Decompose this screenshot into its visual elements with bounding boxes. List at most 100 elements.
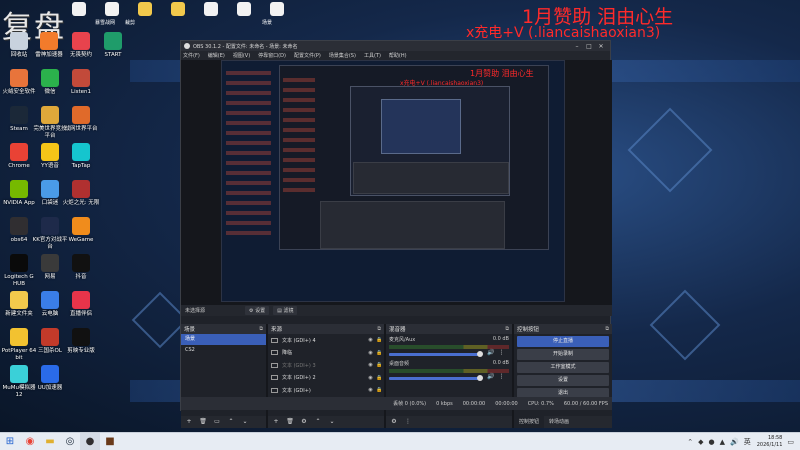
remove-scene-button[interactable]: 🗑 (198, 418, 208, 426)
source-filters-button[interactable]: ▤ 滤镜 (273, 306, 298, 315)
volume-meter (389, 345, 509, 349)
visibility-eye-icon[interactable]: ◉ (366, 350, 375, 356)
tray-chevron-icon[interactable]: ⌃ (687, 438, 693, 446)
source-type-icon (271, 387, 278, 393)
desktop-icon-image (41, 180, 59, 198)
source-item[interactable]: 文本 (GDI+) 4 ◉ 🔒 (268, 334, 384, 347)
tray-app-icon[interactable]: ▲ (720, 438, 725, 446)
obs-window-title: OBS 30.1.2 - 配置文件: 未命名 - 场景: 未命名 (193, 43, 298, 50)
move-up-button[interactable]: ⌃ (313, 418, 323, 426)
remove-source-button[interactable]: 🗑 (285, 418, 295, 426)
war3-taskbar-icon[interactable]: ■ (100, 433, 120, 450)
desktop-icon-label: 战网世界平台 (64, 126, 98, 132)
scenes-dock: 场景 ⧉ 场景 CS2 + 🗑 ▭ ⌃ ⌄ (181, 324, 268, 428)
docks: 场景 ⧉ 场景 CS2 + 🗑 ▭ ⌃ ⌄ 来源 ⧉ 文本 (GDI+) 4 ◉ 🔒 降临… (181, 324, 612, 428)
menu-item[interactable]: 停靠窗口(D) (258, 52, 286, 59)
move-down-button[interactable]: ⌄ (240, 418, 250, 426)
menu-item[interactable]: 配置文件(P) (294, 52, 321, 59)
channel-menu-icon[interactable]: ⋮ (498, 349, 504, 356)
scene-item[interactable]: CS2 (181, 345, 266, 356)
preview-area: 1月赞助 泪由心生 x充电+V (.liancaishaoxian3) (181, 60, 612, 305)
move-up-button[interactable]: ⌃ (226, 418, 236, 426)
volume-slider[interactable] (389, 350, 483, 357)
channel-menu-icon[interactable]: ⋮ (498, 373, 504, 380)
add-source-button[interactable]: + (271, 418, 281, 426)
desktop-icon-image (41, 254, 59, 272)
cpu-usage: CPU: 0.7% (527, 400, 554, 407)
lock-icon[interactable]: 🔒 (375, 337, 384, 343)
preview-canvas[interactable]: 1月赞助 泪由心生 x充电+V (.liancaishaoxian3) (221, 60, 565, 302)
tab-transitions[interactable]: 转场动画 (544, 416, 574, 428)
visibility-eye-icon[interactable]: ◉ (366, 387, 375, 393)
menu-item[interactable]: 编辑(E) (208, 52, 225, 59)
menu-item[interactable]: 视图(V) (233, 52, 250, 59)
controls-dock: 控制按钮 ⧉ 停止直播 开始录制 工作室模式 设置 退出 控制按钮 转场动画 (514, 324, 612, 428)
input-lang-indicator[interactable]: 英 (744, 437, 751, 447)
source-item[interactable]: 降临 ◉ 🔒 (268, 347, 384, 360)
visibility-eye-icon[interactable]: ◉ (366, 362, 375, 368)
source-settings-button[interactable]: ⚙ 设置 (245, 306, 270, 315)
settings-button[interactable]: 设置 (517, 375, 609, 386)
desktop-icon-image (171, 2, 185, 16)
lock-icon[interactable]: 🔒 (375, 350, 384, 356)
volume-slider[interactable] (389, 374, 483, 381)
desktop-icon-label: 裁剪 (125, 20, 136, 26)
close-button[interactable]: ✕ (595, 43, 607, 50)
lock-icon[interactable]: 🔒 (375, 375, 384, 381)
desktop-icon-image (10, 69, 28, 87)
menu-item[interactable]: 场景集合(S) (329, 52, 356, 59)
fps: 60.00 / 60.00 FPS (563, 400, 608, 407)
scene-item[interactable]: 场景 (181, 334, 266, 345)
preview-desktop-icons (226, 65, 271, 235)
clock[interactable]: 18:58 2026/1/11 (757, 435, 783, 449)
speaker-icon[interactable]: 🔊 (487, 349, 494, 356)
visibility-eye-icon[interactable]: ◉ (366, 375, 375, 381)
add-scene-button[interactable]: + (184, 418, 194, 426)
mixer-channel: 麦克风/Aux 0.0 dB 🔊 ⋮ (386, 334, 512, 358)
mixer-menu-button[interactable]: ⋮ (403, 418, 413, 426)
menu-item[interactable]: 文件(F) (183, 52, 200, 59)
lock-icon[interactable]: 🔒 (375, 387, 384, 393)
bitrate: 0 kbps (436, 400, 453, 407)
move-down-button[interactable]: ⌄ (327, 418, 337, 426)
start-button[interactable]: ⊞ (0, 433, 20, 450)
desktop-icon-image (10, 106, 28, 124)
explorer-taskbar-icon[interactable]: ▬ (40, 433, 60, 450)
volume-icon[interactable]: 🔊 (730, 438, 739, 446)
source-item[interactable]: 文本 (GDI+) ◉ 🔒 (268, 384, 384, 397)
tray-app-icon[interactable]: ● (709, 438, 715, 446)
scenes-header: 场景 ⧉ (181, 324, 266, 334)
sources-dock: 来源 ⧉ 文本 (GDI+) 4 ◉ 🔒 降临 ◉ 🔒 文本 (GDI+) 3 ◉ 🔒 文本 (GD… (268, 324, 386, 428)
tab-controls[interactable]: 控制按钮 (514, 416, 545, 428)
desktop-icon-image (40, 32, 58, 50)
lock-icon[interactable]: 🔒 (375, 362, 384, 368)
desktop-icon[interactable]: UU加速器 (31, 363, 69, 411)
obs-taskbar-icon[interactable]: ● (80, 432, 100, 450)
obs-titlebar[interactable]: OBS 30.1.2 - 配置文件: 未命名 - 场景: 未命名 – □ ✕ (181, 41, 610, 51)
source-item[interactable]: 文本 (GDI+) 3 ◉ 🔒 (268, 359, 384, 372)
desktop-icon-label: 剪映专业版 (67, 348, 95, 354)
studio-mode-button[interactable]: 工作室模式 (517, 362, 609, 373)
taskbar: ⊞ ◉ ▬ ◎ ● ■ ⌃ ◆ ● ▲ 🔊 英 18:58 2026/1/11 … (0, 432, 800, 450)
stop-streaming-button[interactable]: 停止直播 (517, 336, 609, 347)
speaker-icon[interactable]: 🔊 (487, 373, 494, 380)
scene-filters-button[interactable]: ▭ (212, 418, 222, 426)
tray-app-icon[interactable]: ◆ (698, 438, 703, 446)
mixer-header: 混音器 ⧉ (386, 324, 512, 334)
menu-item[interactable]: 帮助(H) (389, 52, 407, 59)
menu-item[interactable]: 工具(T) (364, 52, 381, 59)
visibility-eye-icon[interactable]: ◉ (366, 337, 375, 343)
source-item[interactable]: 文本 (GDI+) 2 ◉ 🔒 (268, 372, 384, 385)
desktop-icon-image (237, 2, 251, 16)
minimize-button[interactable]: – (571, 43, 583, 50)
maximize-button[interactable]: □ (583, 43, 595, 50)
chrome-taskbar-icon[interactable]: ◉ (20, 433, 40, 450)
nested-docks (353, 162, 509, 194)
advanced-audio-button[interactable]: ⚙ (389, 418, 399, 426)
source-properties-button[interactable]: ⚙ (299, 418, 309, 426)
source-type-icon (271, 350, 278, 356)
start-recording-button[interactable]: 开始录制 (517, 349, 609, 360)
notification-icon[interactable]: ▭ (787, 438, 794, 446)
desktop-icon-image (204, 2, 218, 16)
steam-taskbar-icon[interactable]: ◎ (60, 433, 80, 450)
